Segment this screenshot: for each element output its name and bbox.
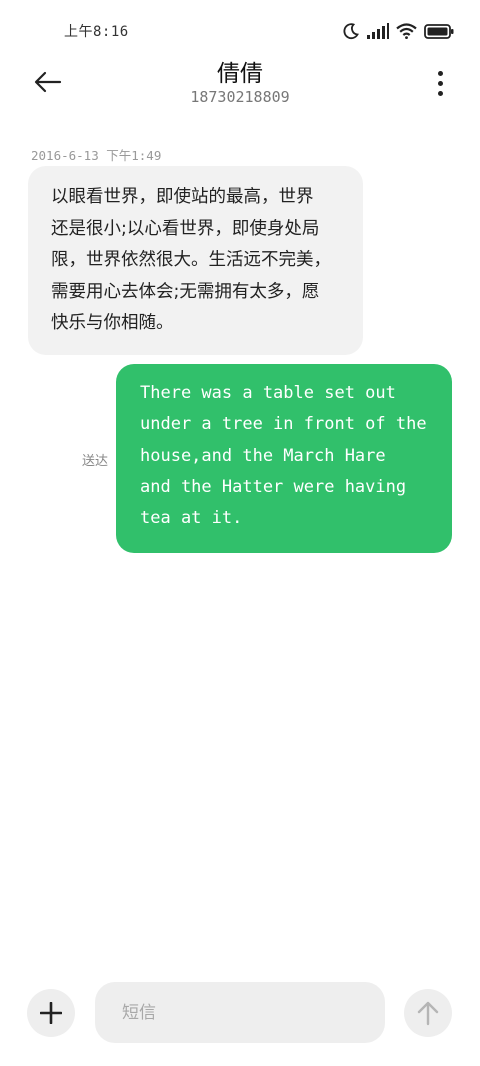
status-time: 上午8:16 — [64, 24, 129, 40]
status-icons — [342, 20, 454, 42]
outgoing-message-bubble[interactable]: There was a table set out under a tree i… — [116, 364, 452, 553]
message-timestamp: 2016-6-13 下午1:49 — [31, 148, 162, 163]
wifi-icon — [396, 23, 417, 39]
message-line: 还是很小;以心看世界，即使身处局 — [51, 218, 320, 239]
message-line: 以眼看世界，即使站的最高，世界 — [51, 187, 314, 207]
delivery-status: 送达 — [82, 454, 109, 469]
contact-number: 18730218809 — [190, 88, 290, 106]
message-line: under a tree in front of the — [140, 414, 427, 435]
add-attachment-button[interactable] — [27, 989, 75, 1037]
message-input-container — [95, 982, 385, 1043]
battery-icon — [424, 23, 454, 39]
more-vertical-icon — [437, 70, 443, 76]
message-line: tea at it. — [140, 508, 243, 529]
contact-name: 倩倩 — [217, 61, 263, 87]
messaging-screen: 上午8:16 倩倩 18730218809 2016-6-13 下午1:49 以… — [0, 0, 480, 1066]
message-line: house,and the March Hare — [140, 445, 386, 466]
send-button[interactable] — [404, 989, 452, 1037]
message-input[interactable] — [95, 982, 385, 1043]
moon-icon — [342, 22, 360, 40]
message-line: 需要用心去体会;无需拥有太多，愿 — [51, 281, 320, 302]
more-options-button[interactable] — [428, 66, 452, 100]
conversation-header: 倩倩 18730218809 — [0, 48, 480, 120]
plus-icon — [40, 1002, 62, 1024]
more-vertical-icon — [437, 80, 443, 86]
message-line: and the Hatter were having — [140, 476, 407, 497]
send-arrow-icon — [417, 1001, 439, 1026]
message-line: There was a table set out — [140, 383, 396, 403]
signal-icon — [367, 23, 389, 39]
message-line: 限，世界依然很大。生活远不完美， — [51, 250, 331, 270]
incoming-message-bubble[interactable]: 以眼看世界，即使站的最高，世界 还是很小;以心看世界，即使身处局 限，世界依然很… — [28, 166, 363, 355]
more-vertical-icon — [437, 90, 443, 96]
message-line: 快乐与你相随。 — [51, 313, 174, 333]
